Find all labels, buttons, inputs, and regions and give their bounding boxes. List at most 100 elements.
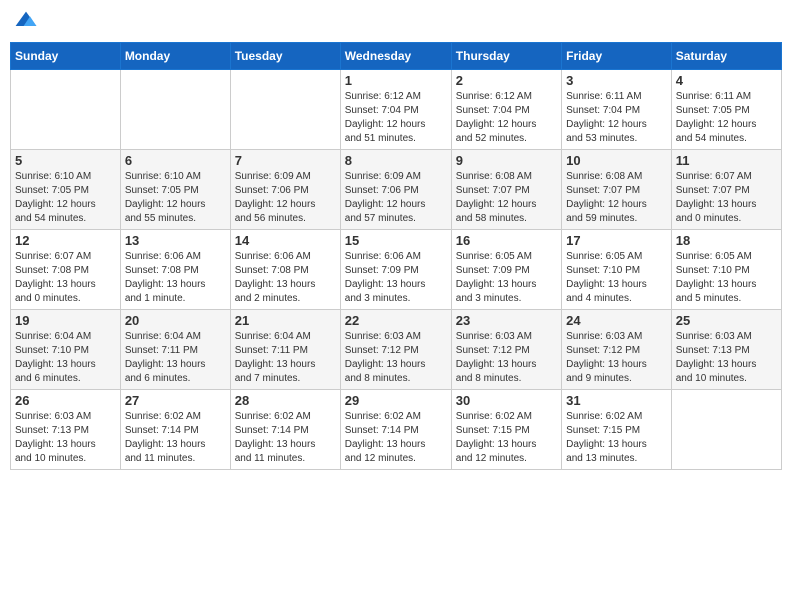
day-info: Sunrise: 6:03 AM Sunset: 7:13 PM Dayligh…: [676, 330, 777, 386]
calendar-week-row: 5 Sunrise: 6:10 AM Sunset: 7:05 PM Daylig…: [11, 150, 782, 230]
day-info: Sunrise: 6:09 AM Sunset: 7:06 PM Dayligh…: [235, 170, 336, 226]
calendar-week-row: 1 Sunrise: 6:12 AM Sunset: 7:04 PM Daylig…: [11, 70, 782, 150]
day-number: 19: [15, 313, 116, 328]
day-number: 16: [456, 233, 557, 248]
calendar-cell: 6 Sunrise: 6:10 AM Sunset: 7:05 PM Daylig…: [120, 150, 230, 230]
day-info: Sunrise: 6:08 AM Sunset: 7:07 PM Dayligh…: [456, 170, 557, 226]
calendar-cell: 20 Sunrise: 6:04 AM Sunset: 7:11 PM Dayli…: [120, 310, 230, 390]
day-number: 23: [456, 313, 557, 328]
day-number: 18: [676, 233, 777, 248]
day-info: Sunrise: 6:06 AM Sunset: 7:09 PM Dayligh…: [345, 250, 447, 306]
calendar-cell: 31 Sunrise: 6:02 AM Sunset: 7:15 PM Dayli…: [562, 390, 672, 470]
day-info: Sunrise: 6:04 AM Sunset: 7:10 PM Dayligh…: [15, 330, 116, 386]
calendar-cell: 13Sunrise: 6:06 AM Sunset: 7:08 PM Dayli…: [120, 230, 230, 310]
calendar-cell: 18 Sunrise: 6:05 AM Sunset: 7:10 PM Dayli…: [671, 230, 781, 310]
calendar-cell: 10 Sunrise: 6:08 AM Sunset: 7:07 PM Dayli…: [562, 150, 672, 230]
day-info: Sunrise: 6:11 AM Sunset: 7:05 PM Dayligh…: [676, 90, 777, 146]
day-of-week-header: Sunday: [11, 43, 121, 70]
day-info: Sunrise: 6:09 AM Sunset: 7:06 PM Dayligh…: [345, 170, 447, 226]
day-info: Sunrise: 6:05 AM Sunset: 7:10 PM Dayligh…: [566, 250, 667, 306]
calendar-cell: 5 Sunrise: 6:10 AM Sunset: 7:05 PM Daylig…: [11, 150, 121, 230]
calendar-cell: [230, 70, 340, 150]
calendar-cell: 21Sunrise: 6:04 AM Sunset: 7:11 PM Dayli…: [230, 310, 340, 390]
calendar-cell: 12Sunrise: 6:07 AM Sunset: 7:08 PM Dayli…: [11, 230, 121, 310]
calendar-cell: 9 Sunrise: 6:08 AM Sunset: 7:07 PM Daylig…: [451, 150, 561, 230]
logo-icon: [14, 10, 38, 34]
calendar-cell: 15 Sunrise: 6:06 AM Sunset: 7:09 PM Dayli…: [340, 230, 451, 310]
day-info: Sunrise: 6:11 AM Sunset: 7:04 PM Dayligh…: [566, 90, 667, 146]
day-number: 31: [566, 393, 667, 408]
calendar-cell: 7 Sunrise: 6:09 AM Sunset: 7:06 PM Daylig…: [230, 150, 340, 230]
day-info: Sunrise: 6:02 AM Sunset: 7:14 PM Dayligh…: [125, 410, 226, 466]
calendar-week-row: 19 Sunrise: 6:04 AM Sunset: 7:10 PM Dayli…: [11, 310, 782, 390]
day-of-week-header: Friday: [562, 43, 672, 70]
calendar-cell: 1Sunrise: 6:12 AM Sunset: 7:04 PM Daylig…: [340, 70, 451, 150]
day-number: 1: [345, 73, 447, 88]
day-number: 21: [235, 313, 336, 328]
calendar-cell: 26 Sunrise: 6:03 AM Sunset: 7:13 PM Dayli…: [11, 390, 121, 470]
day-info: Sunrise: 6:02 AM Sunset: 7:14 PM Dayligh…: [345, 410, 447, 466]
calendar-table: SundayMondayTuesdayWednesdayThursdayFrid…: [10, 42, 782, 470]
day-of-week-header: Thursday: [451, 43, 561, 70]
calendar-cell: 24Sunrise: 6:03 AM Sunset: 7:12 PM Dayli…: [562, 310, 672, 390]
calendar-cell: 4 Sunrise: 6:11 AM Sunset: 7:05 PM Daylig…: [671, 70, 781, 150]
calendar-cell: 30 Sunrise: 6:02 AM Sunset: 7:15 PM Dayli…: [451, 390, 561, 470]
calendar-cell: [120, 70, 230, 150]
day-number: 7: [235, 153, 336, 168]
logo: [14, 10, 42, 34]
day-info: Sunrise: 6:02 AM Sunset: 7:15 PM Dayligh…: [566, 410, 667, 466]
calendar-header-row: SundayMondayTuesdayWednesdayThursdayFrid…: [11, 43, 782, 70]
day-number: 20: [125, 313, 226, 328]
day-of-week-header: Wednesday: [340, 43, 451, 70]
calendar-cell: 14Sunrise: 6:06 AM Sunset: 7:08 PM Dayli…: [230, 230, 340, 310]
calendar-cell: 27Sunrise: 6:02 AM Sunset: 7:14 PM Dayli…: [120, 390, 230, 470]
day-of-week-header: Monday: [120, 43, 230, 70]
day-number: 25: [676, 313, 777, 328]
day-info: Sunrise: 6:05 AM Sunset: 7:09 PM Dayligh…: [456, 250, 557, 306]
day-info: Sunrise: 6:06 AM Sunset: 7:08 PM Dayligh…: [125, 250, 226, 306]
day-info: Sunrise: 6:02 AM Sunset: 7:15 PM Dayligh…: [456, 410, 557, 466]
day-info: Sunrise: 6:12 AM Sunset: 7:04 PM Dayligh…: [456, 90, 557, 146]
day-info: Sunrise: 6:03 AM Sunset: 7:13 PM Dayligh…: [15, 410, 116, 466]
calendar-week-row: 26 Sunrise: 6:03 AM Sunset: 7:13 PM Dayli…: [11, 390, 782, 470]
day-number: 15: [345, 233, 447, 248]
page-header: [10, 10, 782, 34]
day-number: 2: [456, 73, 557, 88]
day-number: 29: [345, 393, 447, 408]
day-number: 30: [456, 393, 557, 408]
calendar-cell: 29 Sunrise: 6:02 AM Sunset: 7:14 PM Dayli…: [340, 390, 451, 470]
day-info: Sunrise: 6:04 AM Sunset: 7:11 PM Dayligh…: [125, 330, 226, 386]
day-number: 5: [15, 153, 116, 168]
calendar-cell: [671, 390, 781, 470]
calendar-cell: 11 Sunrise: 6:07 AM Sunset: 7:07 PM Dayli…: [671, 150, 781, 230]
day-number: 26: [15, 393, 116, 408]
day-number: 11: [676, 153, 777, 168]
day-info: Sunrise: 6:07 AM Sunset: 7:08 PM Dayligh…: [15, 250, 116, 306]
calendar-cell: 23 Sunrise: 6:03 AM Sunset: 7:12 PM Dayli…: [451, 310, 561, 390]
day-of-week-header: Tuesday: [230, 43, 340, 70]
day-number: 22: [345, 313, 447, 328]
day-info: Sunrise: 6:05 AM Sunset: 7:10 PM Dayligh…: [676, 250, 777, 306]
day-number: 14: [235, 233, 336, 248]
calendar-cell: 17 Sunrise: 6:05 AM Sunset: 7:10 PM Dayli…: [562, 230, 672, 310]
day-number: 10: [566, 153, 667, 168]
calendar-cell: 19 Sunrise: 6:04 AM Sunset: 7:10 PM Dayli…: [11, 310, 121, 390]
day-number: 17: [566, 233, 667, 248]
calendar-cell: 3Sunrise: 6:11 AM Sunset: 7:04 PM Daylig…: [562, 70, 672, 150]
day-info: Sunrise: 6:10 AM Sunset: 7:05 PM Dayligh…: [125, 170, 226, 226]
day-info: Sunrise: 6:10 AM Sunset: 7:05 PM Dayligh…: [15, 170, 116, 226]
calendar-cell: [11, 70, 121, 150]
calendar-cell: 22 Sunrise: 6:03 AM Sunset: 7:12 PM Dayli…: [340, 310, 451, 390]
day-info: Sunrise: 6:03 AM Sunset: 7:12 PM Dayligh…: [456, 330, 557, 386]
day-number: 4: [676, 73, 777, 88]
day-number: 24: [566, 313, 667, 328]
day-info: Sunrise: 6:07 AM Sunset: 7:07 PM Dayligh…: [676, 170, 777, 226]
day-number: 8: [345, 153, 447, 168]
day-info: Sunrise: 6:08 AM Sunset: 7:07 PM Dayligh…: [566, 170, 667, 226]
day-number: 9: [456, 153, 557, 168]
calendar-cell: 16 Sunrise: 6:05 AM Sunset: 7:09 PM Dayli…: [451, 230, 561, 310]
day-number: 6: [125, 153, 226, 168]
calendar-week-row: 12Sunrise: 6:07 AM Sunset: 7:08 PM Dayli…: [11, 230, 782, 310]
day-info: Sunrise: 6:03 AM Sunset: 7:12 PM Dayligh…: [345, 330, 447, 386]
day-of-week-header: Saturday: [671, 43, 781, 70]
